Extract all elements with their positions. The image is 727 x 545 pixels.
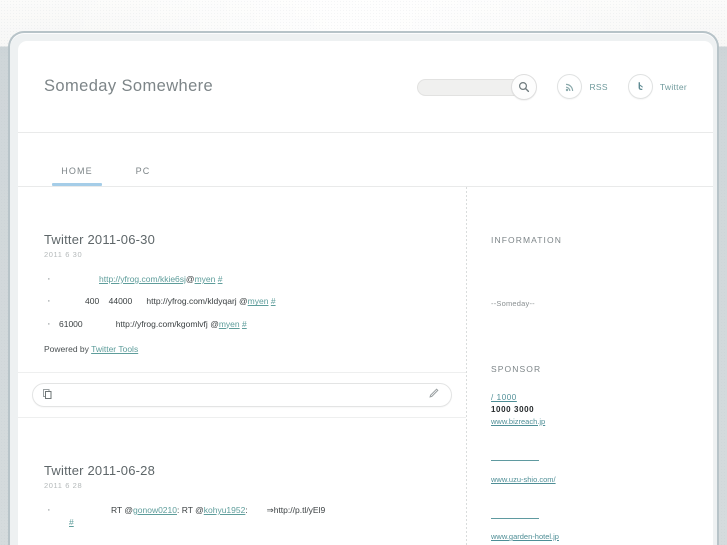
tweet-user-link[interactable]: myen	[219, 319, 240, 329]
search-icon	[519, 81, 530, 92]
tweet-list: http://yfrog.com/kkie6sj@myen # 400 4400…	[46, 272, 440, 333]
post-title: Twitter 2011-06-30	[44, 232, 156, 247]
tweet-text: RT	[111, 504, 125, 515]
tweet-text-2: : ⇒http://p.tl/yEl9	[245, 504, 326, 515]
ad-unit[interactable]: / 1000 1000 3000 www.bizreach.jp	[491, 392, 693, 427]
ad-unit[interactable]: www.uzu-shio.com/	[491, 453, 693, 485]
tweet-text: 61000 http://yfrog.com/kgomlvfj	[59, 318, 211, 329]
social-rss-group[interactable]: RSS	[557, 74, 608, 99]
search-box	[417, 73, 538, 100]
tweet-user-link[interactable]: gonow0210	[133, 505, 177, 515]
social-twitter-group[interactable]: Twitter	[627, 74, 687, 99]
page-title: Someday Somewhere	[44, 77, 214, 95]
rss-button[interactable]	[557, 74, 583, 99]
at-sign: @	[185, 274, 195, 284]
at-sign: @	[239, 296, 248, 307]
tweet-separator: : RT	[177, 504, 196, 515]
information-heading: INFORMATION	[491, 235, 562, 245]
search-button[interactable]	[511, 73, 538, 100]
tweet-hash-link[interactable]: #	[69, 517, 74, 527]
rss-label: RSS	[589, 81, 608, 92]
copy-page-icon[interactable]	[43, 386, 52, 404]
tweet-hash-link[interactable]: #	[271, 296, 276, 306]
ad-url-link[interactable]: www.garden-hotel.jp	[491, 531, 559, 542]
header-right-group: RSS Twitter	[417, 73, 687, 100]
browser-window-frame: Someday Somewhere RSS Twitter HOME PC Tw…	[8, 31, 719, 545]
tab-pc[interactable]: PC	[110, 166, 176, 186]
information-text: --Someday--	[491, 299, 535, 308]
sidebar: INFORMATION --Someday-- SPONSOR / 1000 1…	[467, 187, 713, 545]
content-columns: Twitter 2011-06-30 2011 6 30 http://yfro…	[18, 187, 713, 545]
tweet-hash-link[interactable]: #	[218, 274, 223, 284]
sidebar-information-widget: INFORMATION --Someday--	[491, 235, 693, 308]
pencil-edit-icon[interactable]	[428, 386, 439, 404]
inline-input-pill[interactable]	[32, 382, 452, 407]
sponsor-heading: SPONSOR	[491, 364, 542, 374]
twitter-label: Twitter	[659, 81, 687, 92]
twitter-icon	[638, 82, 643, 90]
ad-title-rule	[491, 512, 539, 519]
ad-url-link[interactable]: www.bizreach.jp	[491, 416, 545, 427]
tweet-hash-link[interactable]: #	[242, 319, 247, 329]
ad-description: 1000 3000	[491, 405, 535, 414]
sidebar-sponsor-widget: SPONSOR / 1000 1000 3000 www.bizreach.jp…	[491, 364, 693, 545]
ad-title-rule	[491, 454, 539, 462]
ad-unit[interactable]: www.garden-hotel.jp	[491, 511, 693, 543]
rss-icon	[565, 83, 574, 91]
ad-url-link[interactable]: www.uzu-shio.com/	[491, 474, 556, 485]
post-date: 2011 6 28	[44, 480, 83, 490]
post-date: 2011 6 30	[44, 250, 83, 259]
inline-toolbar	[18, 371, 466, 418]
powered-by: Powered by Twitter Tools	[44, 344, 440, 354]
tab-home[interactable]: HOME	[44, 166, 110, 186]
tweet-user-link-2[interactable]: kohyu1952	[204, 505, 246, 515]
twitter-button[interactable]	[627, 74, 653, 99]
tweet-user-link[interactable]: myen	[248, 296, 269, 306]
at-sign: @	[195, 504, 204, 515]
post-title: Twitter 2011-06-28	[44, 462, 156, 478]
search-input[interactable]	[417, 78, 526, 96]
at-sign: @	[210, 318, 219, 329]
site-header: Someday Somewhere RSS Twitter	[18, 41, 713, 133]
tweet-user-link[interactable]: myen	[195, 274, 216, 284]
list-item: RT @gonow0210: RT @kohyu1952: ⇒http://p.…	[46, 503, 440, 529]
post-article: Twitter 2011-06-30 2011 6 30 http://yfro…	[44, 187, 440, 354]
list-item: 400 44000 http://yfrog.com/kldyqarj @mye…	[46, 294, 440, 310]
list-item: 61000 http://yfrog.com/kgomlvfj @myen #	[46, 317, 440, 333]
tweet-list: RT @gonow0210: RT @kohyu1952: ⇒http://p.…	[46, 503, 440, 529]
ad-title-link[interactable]: / 1000	[491, 392, 577, 404]
at-sign: @	[124, 504, 134, 515]
tab-bar: HOME PC	[18, 133, 713, 187]
powered-by-prefix: Powered by	[44, 343, 92, 354]
tweet-text: 400 44000 http://yfrog.com/kldyqarj	[85, 296, 240, 307]
list-item: http://yfrog.com/kkie6sj@myen #	[46, 272, 440, 288]
post-article: Twitter 2011-06-28 2011 6 28 RT @gonow02…	[44, 418, 440, 545]
tweet-link[interactable]: http://yfrog.com/kkie6sj	[99, 274, 186, 284]
twitter-tools-link[interactable]: Twitter Tools	[91, 344, 138, 354]
page-card: Someday Somewhere RSS Twitter HOME PC Tw…	[18, 41, 713, 545]
main-content-column: Twitter 2011-06-30 2011 6 30 http://yfro…	[18, 187, 466, 545]
